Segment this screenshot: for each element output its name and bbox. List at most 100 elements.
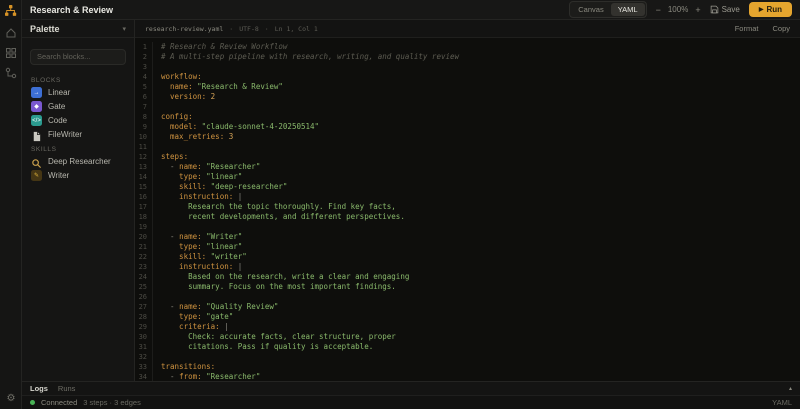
code-line: 18 recent developments, and different pe… (135, 212, 800, 222)
code-editor[interactable]: 1 # Research & Review Workflow 2 # A multi-… (135, 38, 800, 381)
palette-panel: Palette ▾ Blocks → Linear ◆ Gate </> Code FileW… (22, 20, 135, 381)
code-line: 25 summary. Focus on the most important … (135, 282, 800, 292)
filename: research-review.yaml (145, 24, 224, 33)
zoom-in-button[interactable]: + (695, 5, 700, 15)
line-number: 3 (135, 62, 153, 72)
palette-item-deep-researcher[interactable]: Deep Researcher (22, 155, 134, 169)
code-lines: 1 # Research & Review Workflow 2 # A multi-… (135, 42, 800, 381)
code-line: 2 # A multi-step pipeline with research, … (135, 52, 800, 62)
line-number: 25 (135, 282, 153, 292)
gear-icon[interactable]: ⚙ (0, 393, 22, 404)
code-line: 17 Research the topic thoroughly. Find k… (135, 202, 800, 212)
bottom-panel-bar: Logs Runs ▴ (22, 381, 800, 395)
code-line: 13 - name: "Researcher" (135, 162, 800, 172)
palette-header: Palette ▾ (22, 20, 134, 38)
line-number: 5 (135, 82, 153, 92)
format-button[interactable]: Format (735, 24, 759, 33)
palette-item-linear[interactable]: → Linear (22, 86, 134, 100)
code-line: 22 skill: "writer" (135, 252, 800, 262)
file-icon (31, 129, 42, 142)
code-line: 31 citations. Pass if quality is accepta… (135, 342, 800, 352)
palette-item-gate[interactable]: ◆ Gate (22, 100, 134, 114)
palette-item-label: Deep Researcher (48, 157, 111, 166)
line-number: 17 (135, 202, 153, 212)
code-line: 15 skill: "deep-researcher" (135, 182, 800, 192)
chevron-down-icon[interactable]: ▾ (122, 25, 126, 33)
zoom-level: 100% (667, 5, 689, 14)
code-line: 10 max_retries: 3 (135, 132, 800, 142)
graph-summary: 3 steps · 3 edges (83, 398, 141, 407)
blocks-grid-icon[interactable] (5, 47, 17, 59)
page-title: Research & Review (30, 4, 114, 15)
mode-indicator: YAML (772, 398, 792, 407)
expand-panel-icon[interactable]: ▴ (789, 385, 792, 392)
editor-meta: research-review.yaml · UTF-8 · Ln 1, Col… (145, 25, 318, 33)
code-line: 26 (135, 292, 800, 302)
tab-runs[interactable]: Runs (58, 384, 76, 393)
logo-icon (5, 5, 17, 16)
palette-item-filewriter[interactable]: FileWriter (22, 128, 134, 142)
line-number: 21 (135, 242, 153, 252)
code-line: 16 instruction: | (135, 192, 800, 202)
line-number: 22 (135, 252, 153, 262)
code-line: 29 criteria: | (135, 322, 800, 332)
app-window: ⚙ Research & Review Canvas YAML − 100% +… (0, 0, 800, 409)
palette-item-label: Linear (48, 88, 71, 97)
code-line: 28 type: "gate" (135, 312, 800, 322)
line-number: 6 (135, 92, 153, 102)
zoom-out-button[interactable]: − (656, 5, 661, 15)
code-line: 8 config: (135, 112, 800, 122)
run-label: Run (766, 5, 782, 14)
code-line: 3 (135, 62, 800, 72)
editor-actions: Format Copy (735, 24, 790, 33)
palette-item-code[interactable]: </> Code (22, 114, 134, 128)
connected-dot-icon (30, 400, 35, 405)
code-line: 21 type: "linear" (135, 242, 800, 252)
connection-status: Connected (41, 398, 78, 407)
line-number: 29 (135, 322, 153, 332)
play-icon: ▶ (758, 7, 764, 13)
line-number: 12 (135, 152, 153, 162)
code-line: 6 version: 2 (135, 92, 800, 102)
status-bar: Connected 3 steps · 3 edges YAML (22, 395, 800, 409)
line-number: 18 (135, 212, 153, 222)
meta-separator: · (264, 24, 269, 33)
save-button[interactable]: Save (710, 5, 740, 14)
code-line: 20 - name: "Writer" (135, 232, 800, 242)
code-line: 5 name: "Research & Review" (135, 82, 800, 92)
code-line: 30 Check: accurate facts, clear structur… (135, 332, 800, 342)
line-number: 31 (135, 342, 153, 352)
linear-icon: → (31, 87, 42, 98)
line-number: 26 (135, 292, 153, 302)
line-number: 27 (135, 302, 153, 312)
line-number: 33 (135, 362, 153, 372)
code-line: 19 (135, 222, 800, 232)
palette-item-writer[interactable]: ✎ Writer (22, 169, 134, 183)
palette-section-label: Blocks (31, 76, 61, 84)
meta-separator: · (229, 24, 234, 33)
view-toggle-canvas[interactable]: Canvas (571, 3, 610, 16)
run-button[interactable]: ▶ Run (748, 2, 792, 17)
line-number: 19 (135, 222, 153, 232)
copy-button[interactable]: Copy (772, 24, 790, 33)
flow-icon[interactable] (5, 67, 17, 79)
search-input[interactable] (30, 48, 126, 65)
view-toggle-yaml[interactable]: YAML (610, 3, 645, 16)
code-line: 23 instruction: | (135, 262, 800, 272)
line-number: 15 (135, 182, 153, 192)
save-label: Save (721, 5, 740, 14)
top-bar-controls: Canvas YAML − 100% + Save ▶ Run (569, 1, 792, 18)
palette-section-label: Skills (31, 145, 57, 153)
home-icon[interactable] (5, 27, 17, 39)
line-number: 4 (135, 72, 153, 82)
code-line: 9 model: "claude-sonnet-4-20250514" (135, 122, 800, 132)
line-number: 20 (135, 232, 153, 242)
code-line: 11 (135, 142, 800, 152)
line-number: 7 (135, 102, 153, 112)
rail-nav (5, 27, 17, 79)
zoom-controls: − 100% + (656, 5, 701, 15)
line-number: 23 (135, 262, 153, 272)
tab-logs[interactable]: Logs (30, 384, 48, 393)
palette-sections: Blocks → Linear ◆ Gate </> Code FileWriter Skill… (22, 75, 134, 183)
code-line: 7 (135, 102, 800, 112)
